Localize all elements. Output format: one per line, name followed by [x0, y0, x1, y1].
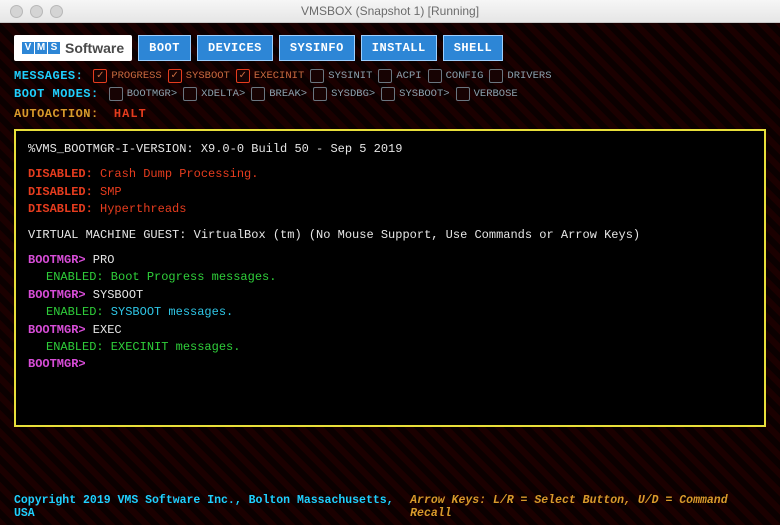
chk-progress[interactable]: ✓PROGRESS [93, 69, 161, 83]
logo-s: S [48, 42, 60, 54]
logo-v: V [22, 42, 34, 54]
console-line: ENABLED: SYSBOOT messages. [28, 304, 752, 321]
console-prompt[interactable]: BOOTMGR> [28, 356, 752, 373]
chk-break[interactable]: ✓BREAK> [251, 87, 307, 101]
check-icon: ✓ [168, 69, 182, 83]
check-icon: ✓ [183, 87, 197, 101]
footer: Copyright 2019 VMS Software Inc., Bolton… [0, 492, 780, 522]
chk-sysboot[interactable]: ✓SYSBOOT [168, 69, 230, 83]
console-line: ENABLED: EXECINIT messages. [28, 339, 752, 356]
console-line: DISABLED: SMP [28, 184, 752, 201]
check-icon: ✓ [251, 87, 265, 101]
console-output: %VMS_BOOTMGR-I-VERSION: X9.0-0 Build 50 … [14, 129, 766, 427]
check-icon: ✓ [428, 69, 442, 83]
logo-m: M [35, 42, 47, 54]
shell-button[interactable]: SHELL [443, 35, 504, 61]
check-icon: ✓ [456, 87, 470, 101]
autoaction-label: AUTOACTION: [14, 107, 99, 121]
vms-logo: VMS Software [14, 35, 132, 61]
sysinfo-button[interactable]: SYSINFO [279, 35, 355, 61]
console-prompt: BOOTMGR> PRO [28, 252, 752, 269]
chk-execinit[interactable]: ✓EXECINIT [236, 69, 304, 83]
console-version: %VMS_BOOTMGR-I-VERSION: X9.0-0 Build 50 … [28, 141, 752, 158]
chk-verbose[interactable]: ✓VERBOSE [456, 87, 518, 101]
console-line: ENABLED: Boot Progress messages. [28, 269, 752, 286]
console-vm-guest: VIRTUAL MACHINE GUEST: VirtualBox (tm) (… [28, 227, 752, 244]
chk-acpi[interactable]: ✓ACPI [378, 69, 421, 83]
check-icon: ✓ [313, 87, 327, 101]
messages-label: MESSAGES: [14, 69, 83, 83]
check-icon: ✓ [310, 69, 324, 83]
console-prompt: BOOTMGR> EXEC [28, 322, 752, 339]
chk-sysboot2[interactable]: ✓SYSBOOT> [381, 87, 449, 101]
messages-row: MESSAGES: ✓PROGRESS ✓SYSBOOT ✓EXECINIT ✓… [0, 67, 780, 85]
messages-checks: ✓PROGRESS ✓SYSBOOT ✓EXECINIT ✓SYSINIT ✓A… [93, 69, 551, 83]
logo-software: Software [65, 40, 124, 56]
top-toolbar: VMS Software BOOT DEVICES SYSINFO INSTAL… [0, 23, 780, 67]
bootmodes-row: BOOT MODES: ✓BOOTMGR> ✓XDELTA> ✓BREAK> ✓… [0, 85, 780, 103]
check-icon: ✓ [489, 69, 503, 83]
window-title: VMSBOX (Snapshot 1) [Running] [0, 4, 780, 18]
console-prompt: BOOTMGR> SYSBOOT [28, 287, 752, 304]
window-titlebar: VMSBOX (Snapshot 1) [Running] [0, 0, 780, 23]
chk-sysdbg[interactable]: ✓SYSDBG> [313, 87, 375, 101]
check-icon: ✓ [381, 87, 395, 101]
console-line: DISABLED: Crash Dump Processing. [28, 166, 752, 183]
devices-button[interactable]: DEVICES [197, 35, 273, 61]
autoaction-value: HALT [114, 107, 147, 121]
chk-config[interactable]: ✓CONFIG [428, 69, 484, 83]
chk-sysinit[interactable]: ✓SYSINIT [310, 69, 372, 83]
install-button[interactable]: INSTALL [361, 35, 437, 61]
boot-button[interactable]: BOOT [138, 35, 191, 61]
bootmodes-checks: ✓BOOTMGR> ✓XDELTA> ✓BREAK> ✓SYSDBG> ✓SYS… [109, 87, 518, 101]
bootmodes-label: BOOT MODES: [14, 87, 99, 101]
check-icon: ✓ [93, 69, 107, 83]
check-icon: ✓ [236, 69, 250, 83]
footer-hint: Arrow Keys: L/R = Select Button, U/D = C… [410, 494, 766, 520]
autoaction-row: AUTOACTION: HALT [0, 103, 780, 129]
chk-bootmgr[interactable]: ✓BOOTMGR> [109, 87, 177, 101]
check-icon: ✓ [378, 69, 392, 83]
chk-drivers[interactable]: ✓DRIVERS [489, 69, 551, 83]
check-icon: ✓ [109, 87, 123, 101]
app-window: VMS Software BOOT DEVICES SYSINFO INSTAL… [0, 23, 780, 525]
chk-xdelta[interactable]: ✓XDELTA> [183, 87, 245, 101]
console-line: DISABLED: Hyperthreads [28, 201, 752, 218]
footer-copyright: Copyright 2019 VMS Software Inc., Bolton… [14, 494, 410, 520]
